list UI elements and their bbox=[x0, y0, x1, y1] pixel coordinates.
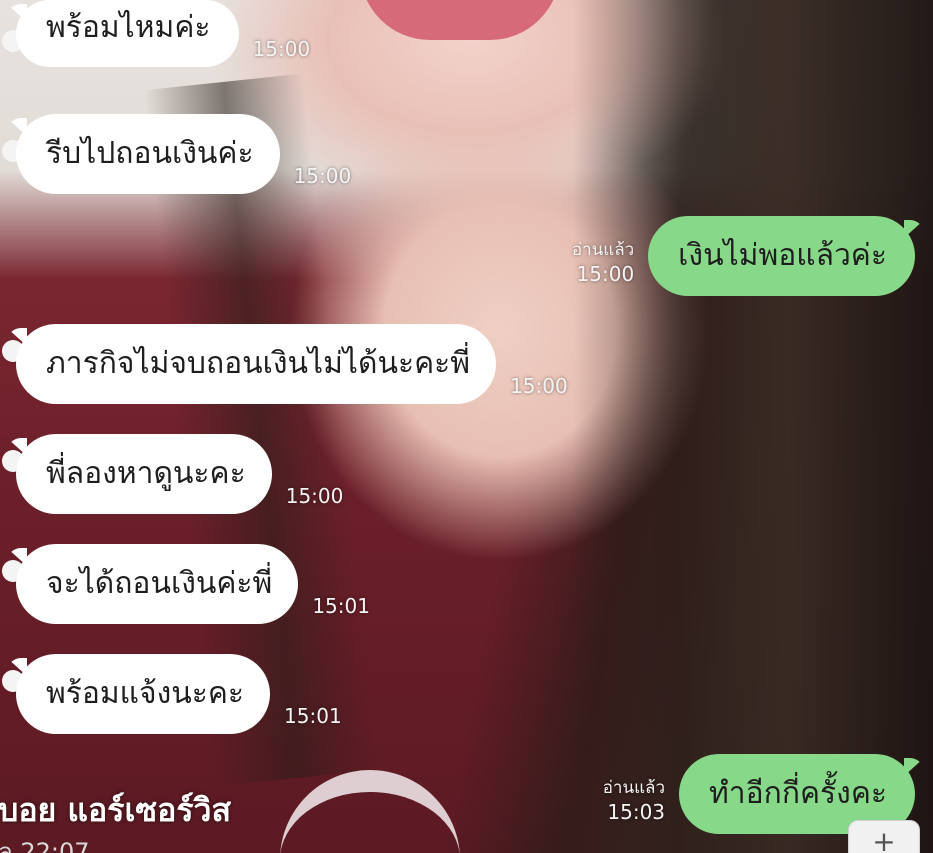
message-bubble-incoming[interactable]: จะได้ถอนเงินค่ะพี่ bbox=[16, 544, 299, 624]
corner-button[interactable]: + bbox=[848, 820, 920, 853]
message-text: พี่ลองหาดูนะคะ bbox=[46, 456, 246, 491]
message-time: 15:00 bbox=[576, 262, 635, 286]
message-bubble-incoming[interactable]: รีบไปถอนเงินค่ะ bbox=[16, 114, 280, 194]
message-bubble-incoming[interactable]: พี่ลองหาดูนะคะ bbox=[16, 434, 272, 514]
message-row: พร้อมไหมค่ะ 15:00 bbox=[2, 0, 311, 67]
message-time: 15:00 bbox=[252, 37, 311, 61]
message-bubble-incoming[interactable]: ภารกิจไม่จบถอนเงินไม่ได้นะคะพี่ bbox=[16, 324, 497, 404]
plus-icon: + bbox=[872, 825, 896, 853]
message-row: พร้อมแจ้งนะคะ 15:01 bbox=[2, 654, 342, 734]
message-time: 15:00 bbox=[293, 164, 352, 188]
message-bubble-incoming[interactable]: พร้อมแจ้งนะคะ bbox=[16, 654, 271, 734]
message-row: พี่ลองหาดูนะคะ 15:00 bbox=[2, 434, 344, 514]
message-row: รีบไปถอนเงินค่ะ 15:00 bbox=[2, 114, 352, 194]
chat-screenshot: พร้อมไหมค่ะ 15:00 รีบไปถอนเงินค่ะ 15:00 … bbox=[0, 0, 933, 853]
message-time: 15:00 bbox=[285, 484, 344, 508]
message-time: 15:00 bbox=[510, 374, 568, 398]
post-author-name[interactable]: บอย แอร์เซอร์วิส bbox=[0, 785, 231, 836]
message-text: รีบไปถอนเงินค่ะ bbox=[46, 136, 254, 171]
message-meta: 15:00 bbox=[286, 484, 344, 508]
message-text: ภารกิจไม่จบถอนเงินไม่ได้นะคะพี่ bbox=[46, 346, 471, 381]
message-row: ภารกิจไม่จบถอนเงินไม่ได้นะคะพี่ 15:00 bbox=[2, 324, 568, 404]
background-hair-right bbox=[573, 0, 933, 853]
message-text: เงินไม่พอแล้วค่ะ bbox=[678, 238, 887, 273]
message-meta: 15:00 bbox=[510, 374, 568, 398]
message-meta: อ่านแล้ว 15:00 bbox=[572, 238, 634, 286]
post-timestamp: ล 22:07 bbox=[0, 838, 90, 853]
message-text: ทำอีกกี่ครั้งคะ bbox=[709, 776, 887, 811]
message-meta: 15:01 bbox=[312, 594, 370, 618]
message-time: 15:01 bbox=[312, 594, 370, 618]
read-receipt: อ่านแล้ว bbox=[602, 778, 666, 798]
message-time: 15:01 bbox=[284, 704, 342, 728]
read-receipt: อ่านแล้ว bbox=[571, 240, 635, 260]
message-bubble-incoming[interactable]: พร้อมไหมค่ะ bbox=[16, 0, 239, 67]
message-row: อ่านแล้ว 15:00 เงินไม่พอแล้วค่ะ bbox=[572, 216, 915, 296]
message-meta: 15:01 bbox=[284, 704, 342, 728]
message-text: พร้อมแจ้งนะคะ bbox=[46, 676, 245, 711]
message-meta: 15:00 bbox=[253, 37, 311, 61]
message-time: 15:03 bbox=[607, 800, 666, 824]
message-meta: 15:00 bbox=[294, 164, 352, 188]
message-text: จะได้ถอนเงินค่ะพี่ bbox=[46, 566, 273, 601]
message-bubble-outgoing[interactable]: เงินไม่พอแล้วค่ะ bbox=[648, 216, 915, 296]
message-text: พร้อมไหมค่ะ bbox=[46, 10, 211, 45]
message-row: จะได้ถอนเงินค่ะพี่ 15:01 bbox=[2, 544, 370, 624]
message-meta: อ่านแล้ว 15:03 bbox=[603, 776, 665, 824]
